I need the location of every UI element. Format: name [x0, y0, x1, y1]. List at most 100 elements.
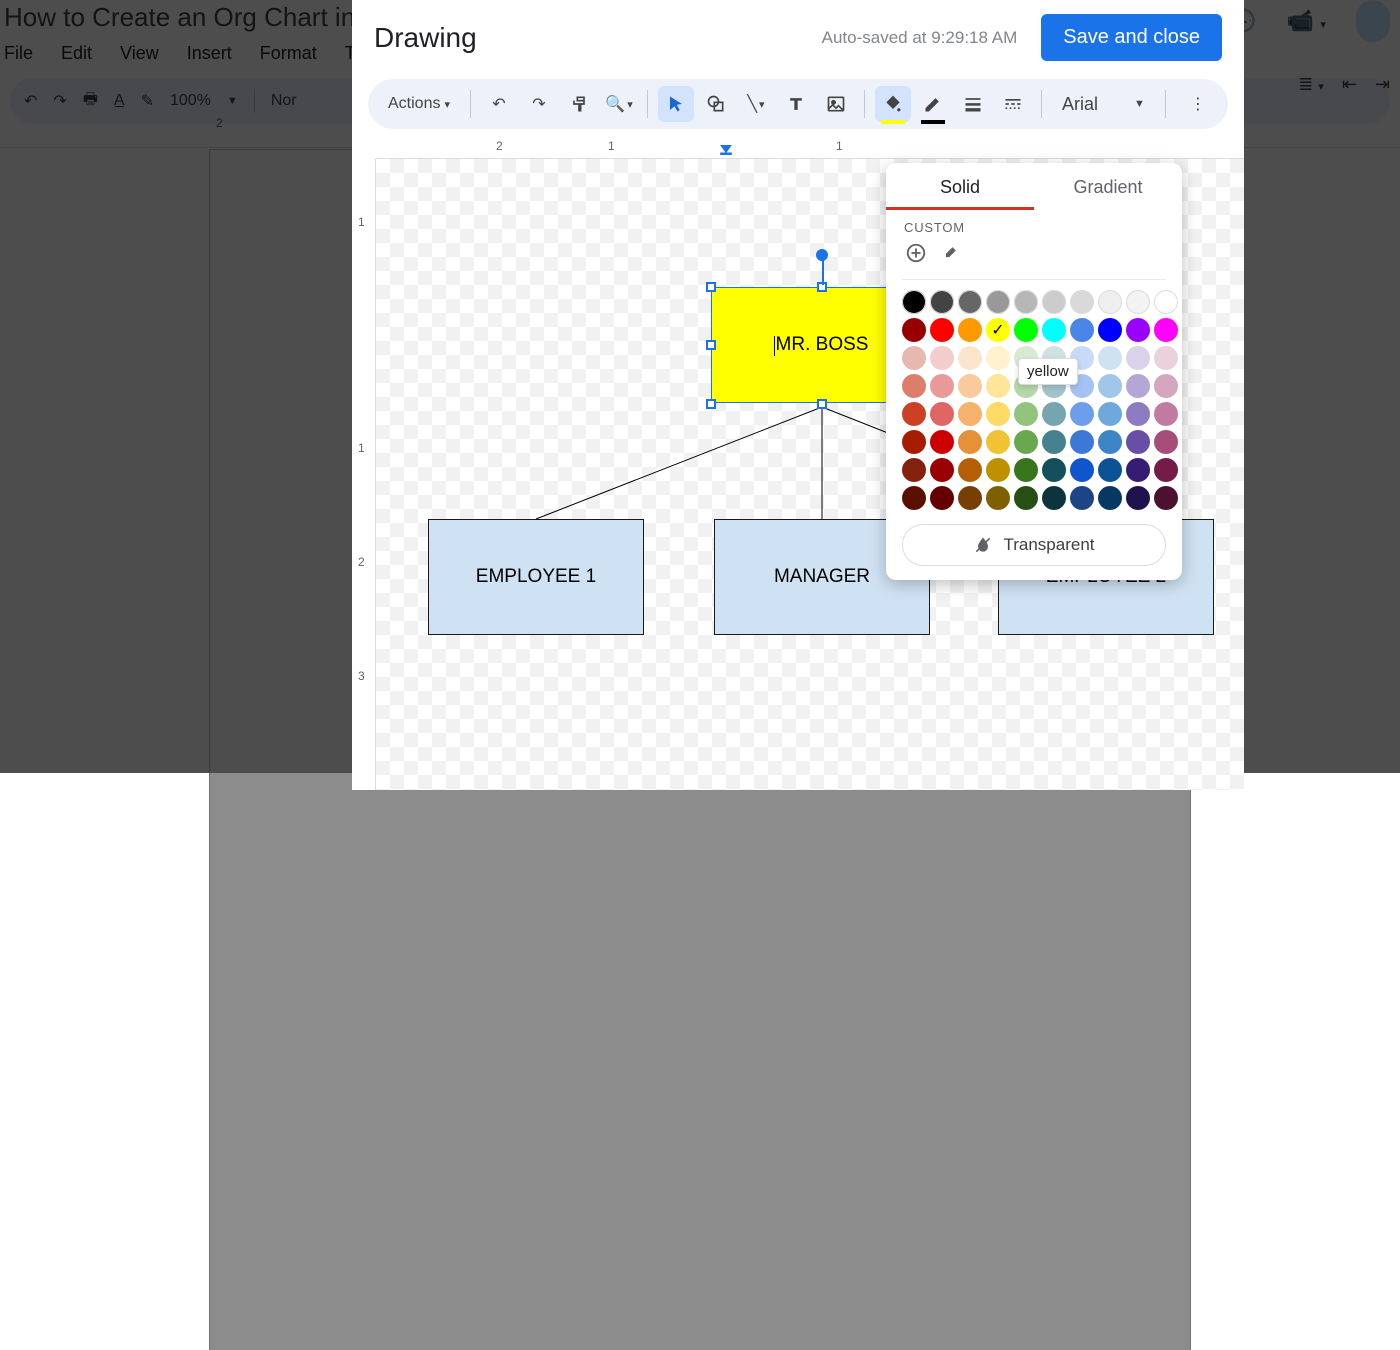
- color-swatch[interactable]: [1154, 486, 1178, 510]
- color-swatch[interactable]: [930, 458, 954, 482]
- color-swatch[interactable]: [902, 318, 926, 342]
- undo-icon[interactable]: ↶: [481, 86, 517, 122]
- color-swatch[interactable]: [902, 402, 926, 426]
- color-swatch[interactable]: [1126, 458, 1150, 482]
- color-swatch[interactable]: [1070, 318, 1094, 342]
- color-swatch[interactable]: [930, 346, 954, 370]
- color-swatch[interactable]: [958, 290, 982, 314]
- color-swatch[interactable]: [1126, 318, 1150, 342]
- color-swatch[interactable]: [930, 402, 954, 426]
- color-swatch[interactable]: [1042, 402, 1066, 426]
- color-swatch[interactable]: [986, 458, 1010, 482]
- color-swatch[interactable]: [1126, 486, 1150, 510]
- color-swatch[interactable]: [1042, 290, 1066, 314]
- color-swatch[interactable]: [1098, 430, 1122, 454]
- color-swatch[interactable]: [1154, 318, 1178, 342]
- color-swatch[interactable]: [1070, 486, 1094, 510]
- color-swatch[interactable]: [986, 430, 1010, 454]
- color-swatch[interactable]: [1014, 318, 1038, 342]
- drawing-canvas[interactable]: MR. BOSS EMPLOYEE 1 MANAGER EMPLOYEE 2 S…: [376, 159, 1244, 790]
- color-swatch[interactable]: [1126, 402, 1150, 426]
- color-swatch[interactable]: [930, 374, 954, 398]
- tab-gradient[interactable]: Gradient: [1034, 163, 1182, 210]
- color-swatch[interactable]: [1154, 402, 1178, 426]
- color-swatch[interactable]: [1042, 430, 1066, 454]
- color-swatch[interactable]: [1098, 402, 1122, 426]
- sel-handle-sw[interactable]: [706, 399, 716, 409]
- color-swatch[interactable]: [958, 486, 982, 510]
- tab-solid[interactable]: Solid: [886, 163, 1034, 210]
- color-swatch[interactable]: [902, 290, 926, 314]
- sel-handle-nw[interactable]: [706, 282, 716, 292]
- color-swatch[interactable]: [1126, 374, 1150, 398]
- color-swatch[interactable]: [958, 430, 982, 454]
- color-swatch[interactable]: [1098, 290, 1122, 314]
- font-dropdown[interactable]: Arial▼: [1052, 94, 1155, 115]
- color-swatch[interactable]: ✓: [986, 318, 1010, 342]
- color-swatch[interactable]: [930, 430, 954, 454]
- color-swatch[interactable]: [1126, 290, 1150, 314]
- color-swatch[interactable]: [1070, 430, 1094, 454]
- color-swatch[interactable]: [1014, 486, 1038, 510]
- actions-dropdown[interactable]: Actions▾: [378, 95, 460, 113]
- line-tool-icon[interactable]: ╲ ▾: [738, 86, 774, 122]
- color-swatch[interactable]: [1098, 486, 1122, 510]
- color-swatch[interactable]: [1154, 374, 1178, 398]
- more-options-icon[interactable]: ⋮: [1180, 86, 1216, 122]
- sel-handle-s[interactable]: [817, 399, 827, 409]
- image-tool-icon[interactable]: [818, 86, 854, 122]
- color-swatch[interactable]: [1014, 430, 1038, 454]
- color-swatch[interactable]: [902, 346, 926, 370]
- redo-icon[interactable]: ↷: [521, 86, 557, 122]
- color-swatch[interactable]: [958, 374, 982, 398]
- color-swatch[interactable]: [986, 486, 1010, 510]
- paint-format-icon[interactable]: [561, 86, 597, 122]
- color-swatch[interactable]: [1098, 374, 1122, 398]
- color-swatch[interactable]: [986, 290, 1010, 314]
- color-swatch[interactable]: [1014, 290, 1038, 314]
- fill-color-button[interactable]: [875, 86, 911, 122]
- color-swatch[interactable]: [1154, 346, 1178, 370]
- border-dash-button[interactable]: [995, 86, 1031, 122]
- color-swatch[interactable]: [1070, 290, 1094, 314]
- color-swatch[interactable]: [902, 430, 926, 454]
- color-swatch[interactable]: [1154, 290, 1178, 314]
- color-swatch[interactable]: [958, 346, 982, 370]
- color-swatch[interactable]: [1098, 458, 1122, 482]
- shape-tool-icon[interactable]: [698, 86, 734, 122]
- border-color-button[interactable]: [915, 86, 951, 122]
- color-swatch[interactable]: [986, 374, 1010, 398]
- color-swatch[interactable]: [1070, 402, 1094, 426]
- color-swatch[interactable]: [1126, 430, 1150, 454]
- color-swatch[interactable]: [1154, 430, 1178, 454]
- color-swatch[interactable]: [1098, 318, 1122, 342]
- color-swatch[interactable]: [1154, 458, 1178, 482]
- color-swatch[interactable]: [1098, 346, 1122, 370]
- save-and-close-button[interactable]: Save and close: [1041, 14, 1222, 61]
- color-swatch[interactable]: [902, 486, 926, 510]
- color-swatch[interactable]: [902, 374, 926, 398]
- color-swatch[interactable]: [930, 318, 954, 342]
- color-swatch[interactable]: [1126, 346, 1150, 370]
- color-swatch[interactable]: [1070, 458, 1094, 482]
- color-swatch[interactable]: [1014, 458, 1038, 482]
- color-swatch[interactable]: [1042, 318, 1066, 342]
- color-swatch[interactable]: [958, 318, 982, 342]
- color-swatch[interactable]: [958, 458, 982, 482]
- shape-employee-1[interactable]: EMPLOYEE 1: [428, 519, 644, 635]
- border-weight-button[interactable]: [955, 86, 991, 122]
- color-swatch[interactable]: [986, 402, 1010, 426]
- eyedropper-icon[interactable]: [938, 241, 962, 265]
- add-custom-color-icon[interactable]: [904, 241, 928, 265]
- color-swatch[interactable]: [1014, 402, 1038, 426]
- color-swatch[interactable]: [986, 346, 1010, 370]
- color-swatch[interactable]: [1042, 458, 1066, 482]
- textbox-tool-icon[interactable]: [778, 86, 814, 122]
- color-swatch[interactable]: [958, 402, 982, 426]
- sel-handle-w[interactable]: [706, 340, 716, 350]
- color-swatch[interactable]: [902, 458, 926, 482]
- color-swatch[interactable]: [930, 486, 954, 510]
- select-tool-icon[interactable]: [658, 86, 694, 122]
- zoom-icon[interactable]: 🔍▾: [601, 86, 637, 122]
- color-swatch[interactable]: [1042, 486, 1066, 510]
